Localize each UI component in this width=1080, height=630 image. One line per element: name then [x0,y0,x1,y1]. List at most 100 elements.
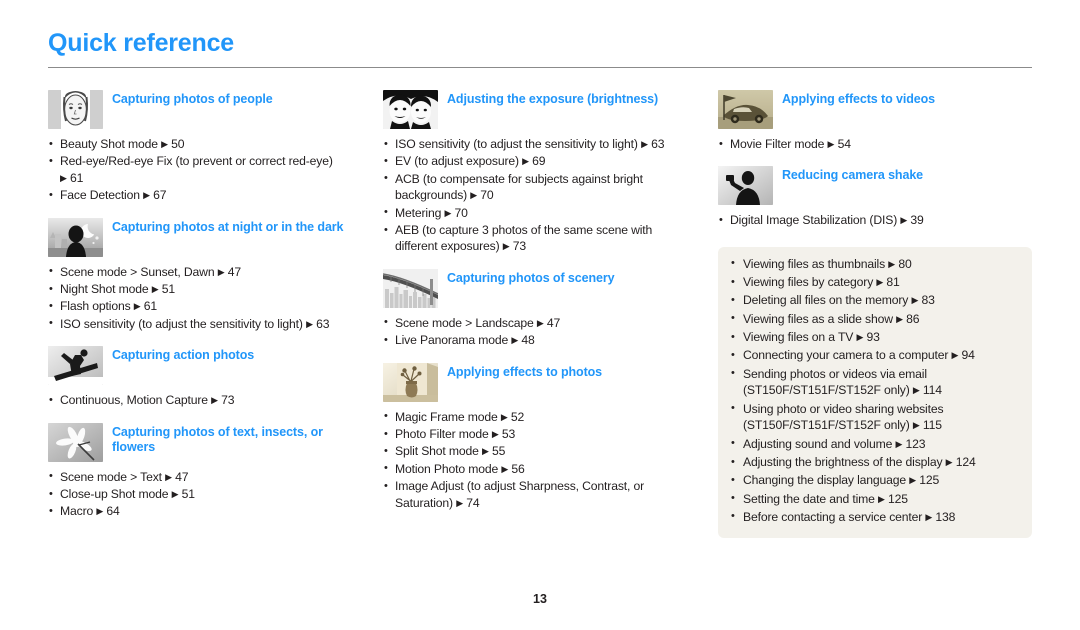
page-ref-arrow-icon: ▶ [888,258,896,269]
page-number: 13 [533,592,547,606]
page-ref-arrow-icon: ▶ [878,493,885,504]
page-ref-arrow-icon: ▶ [951,350,959,361]
reference-item[interactable]: ISO sensitivity (to adjust the sensitivi… [383,135,696,152]
page-ref-arrow-icon: ▶ [491,429,499,440]
page-title: Quick reference [48,29,234,57]
reference-item[interactable]: AEB (to capture 3 photos of the same sce… [383,222,696,255]
section-item-list: Continuous, Motion Capture ▶ 73 [48,392,361,409]
reference-item[interactable]: Using photo or video sharing websites (S… [730,400,1018,435]
page-ref-arrow-icon: ▶ [482,446,489,457]
reference-item[interactable]: ISO sensitivity (to adjust the sensitivi… [48,315,361,332]
reference-item[interactable]: Beauty Shot mode ▶ 50 [48,135,361,152]
section-applying-effects-to-videos: Applying effects to videos Movie Filter m… [718,90,1032,152]
section-item-list: Scene mode > Landscape ▶ 47Live Panorama… [383,314,696,349]
page-ref-arrow-icon: ▶ [895,438,903,449]
title-divider [48,67,1032,68]
reference-item[interactable]: Sending photos or videos via email (ST15… [730,365,1018,400]
section-capturing-photos-of-scenery: Capturing photos of scenery Scene mode > … [383,268,696,349]
section-title[interactable]: Reducing camera shake [782,166,923,184]
page-ref-arrow-icon: ▶ [501,463,509,474]
section-adjusting-the-exposure-brightness: Adjusting the exposure (brightness) ISO s… [383,90,696,255]
reference-item[interactable]: Scene mode > Landscape ▶ 47 [383,314,696,331]
section-item-list: Digital Image Stabilization (DIS) ▶ 39 [718,212,1032,229]
section-title[interactable]: Capturing action photos [112,346,254,364]
two-faces-contrast-thumbnail [383,90,438,129]
reference-item[interactable]: Viewing files as a slide show ▶ 86 [730,310,1018,328]
reference-item[interactable]: ACB (to compensate for subjects against … [383,170,696,204]
section-header: Reducing camera shake [718,166,1032,206]
reference-item[interactable]: Scene mode > Text ▶ 47 [48,468,361,485]
section-header: Capturing photos of text, insects, or fl… [48,422,361,462]
reference-item[interactable]: Face Detection ▶ 67 [48,187,361,204]
section-header: Applying effects to photos [383,362,696,402]
page-ref-arrow-icon: ▶ [470,190,478,201]
section-title[interactable]: Capturing photos of people [112,90,273,108]
section-capturing-photos-of-people: Capturing photos of people Beauty Shot mo… [48,90,361,204]
page-ref-arrow-icon: ▶ [911,295,919,306]
person-holding-camera-thumbnail [718,166,773,206]
section-item-list: Beauty Shot mode ▶ 50Red-eye/Red-eye Fix… [48,135,361,204]
page-ref-arrow-icon: ▶ [60,172,67,183]
reference-item[interactable]: Red-eye/Red-eye Fix (to prevent or corre… [48,153,361,186]
reference-item[interactable]: Movie Filter mode ▶ 54 [718,135,1032,152]
reference-item[interactable]: Close-up Shot mode ▶ 51 [48,486,361,503]
sepia-vase-thumbnail [383,362,438,402]
page-ref-arrow-icon: ▶ [133,301,141,312]
reference-item[interactable]: Magic Frame mode ▶ 52 [383,408,696,425]
reference-item[interactable]: Viewing files as thumbnails ▶ 80 [730,255,1018,273]
page-ref-arrow-icon: ▶ [161,139,168,149]
reference-item[interactable]: Adjusting the brightness of the display … [730,454,1018,471]
reference-columns: Capturing photos of people Beauty Shot mo… [48,90,1032,539]
reference-item[interactable]: Photo Filter mode ▶ 53 [383,426,696,443]
page-ref-arrow-icon: ▶ [900,215,908,226]
section-item-list: Scene mode > Sunset, Dawn ▶ 47Night Shot… [48,263,361,333]
reference-item[interactable]: Split Shot mode ▶ 55 [383,443,696,460]
reference-item[interactable]: Setting the date and time ▶ 125 [730,490,1018,508]
section-title[interactable]: Applying effects to videos [782,90,935,108]
section-title[interactable]: Capturing photos at night or in the dark [112,218,344,236]
reference-item[interactable]: Continuous, Motion Capture ▶ 73 [48,392,361,409]
section-capturing-photos-of-text-insects-or-flowers: Capturing photos of text, insects, or fl… [48,422,361,520]
page-ref-arrow-icon: ▶ [143,190,150,201]
reference-item[interactable]: Changing the display language ▶ 125 [730,472,1018,489]
section-title[interactable]: Capturing photos of scenery [447,269,615,287]
reference-item[interactable]: Connecting your camera to a computer ▶ 9… [730,347,1018,364]
section-reducing-camera-shake: Reducing camera shake Digital Image Stabi… [718,166,1032,229]
reference-item[interactable]: Viewing files by category ▶ 81 [730,274,1018,291]
page-ref-arrow-icon: ▶ [456,497,463,508]
section-capturing-photos-at-night-or-in-the-dark: Capturing photos at night or in the dark… [48,217,361,333]
reference-item[interactable]: Night Shot mode ▶ 51 [48,281,361,298]
reference-item[interactable]: Digital Image Stabilization (DIS) ▶ 39 [718,212,1032,229]
reference-item[interactable]: Adjusting sound and volume ▶ 123 [730,435,1018,453]
section-title[interactable]: Adjusting the exposure (brightness) [447,90,658,108]
reference-item[interactable]: Scene mode > Sunset, Dawn ▶ 47 [48,263,361,280]
reference-item[interactable]: Before contacting a service center ▶ 138 [730,508,1018,526]
column-1: Capturing photos of people Beauty Shot mo… [48,90,361,538]
reference-item[interactable]: Image Adjust (to adjust Sharpness, Contr… [383,478,696,511]
section-header: Adjusting the exposure (brightness) [383,90,696,129]
general-reference-box: Viewing files as thumbnails ▶ 80Viewing … [718,246,1032,539]
quick-reference-page: Quick reference Capturing photos of peop… [0,0,1080,630]
reference-item[interactable]: Viewing files on a TV ▶ 93 [730,329,1018,346]
section-item-list: Movie Filter mode ▶ 54 [718,135,1032,152]
reference-item[interactable]: Motion Photo mode ▶ 56 [383,460,696,477]
page-ref-arrow-icon: ▶ [925,511,933,522]
page-ref-arrow-icon: ▶ [945,457,953,468]
night-silhouette-moon-thumbnail [48,217,103,257]
page-ref-arrow-icon: ▶ [641,139,648,149]
reference-item[interactable]: Live Panorama mode ▶ 48 [383,332,696,349]
reference-item[interactable]: Flash options ▶ 61 [48,298,361,315]
section-title[interactable]: Applying effects to photos [447,363,602,381]
reference-item[interactable]: EV (to adjust exposure) ▶ 69 [383,153,696,170]
reference-item[interactable]: Macro ▶ 64 [48,503,361,520]
section-item-list: Scene mode > Text ▶ 47Close-up Shot mode… [48,468,361,520]
section-header: Capturing action photos [48,346,361,386]
section-item-list: Magic Frame mode ▶ 52Photo Filter mode ▶… [383,408,696,511]
reference-item[interactable]: Deleting all files on the memory ▶ 83 [730,292,1018,309]
reference-item[interactable]: Metering ▶ 70 [383,204,696,221]
section-title[interactable]: Capturing photos of text, insects, or fl… [112,423,361,456]
page-ref-arrow-icon: ▶ [827,139,835,149]
section-header: Capturing photos of people [48,90,361,129]
page-ref-arrow-icon: ▶ [500,411,508,422]
page-ref-arrow-icon: ▶ [511,335,519,346]
